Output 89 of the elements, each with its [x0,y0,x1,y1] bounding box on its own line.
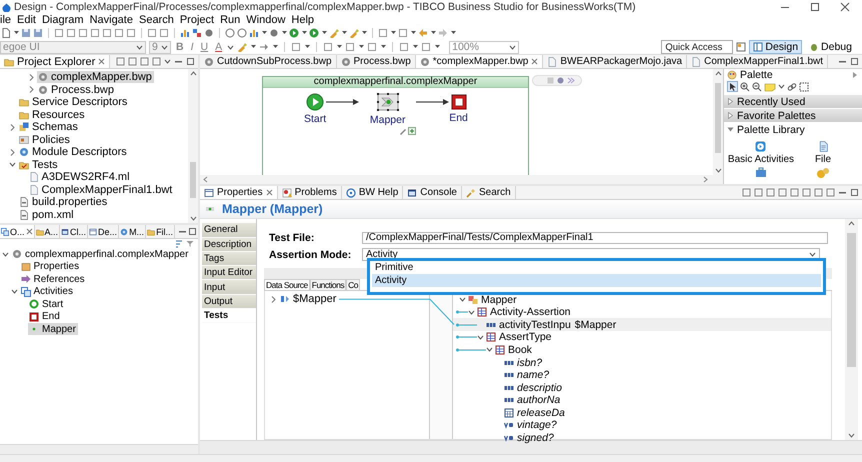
field-label: Test File: [269,232,316,244]
editor-tab[interactable]: CutdownSubProcess.bwp [200,55,337,68]
node-label[interactable]: Start [304,113,326,126]
view-tab[interactable]: Problems [278,186,342,200]
editor-tab[interactable]: Process.bwp [336,55,416,68]
tree-item[interactable]: A3DEWS2RF4.ml [28,171,132,184]
dropdown-option[interactable]: Primitive [372,261,821,274]
view-tab[interactable]: De... [88,225,120,238]
tree-item[interactable]: $Mapper [279,293,338,306]
tree-item[interactable]: activityTestInpu $Mapper [453,318,831,332]
view-tab[interactable]: M... [119,225,146,238]
tree-item[interactable]: releaseDa [453,406,831,420]
view-tab[interactable]: A... [34,225,60,238]
tree-item[interactable]: AssertType [453,331,831,344]
palette-drawer[interactable]: Recently Used [724,95,862,110]
dropdown-list[interactable]: Primitive Activity [367,258,826,296]
process-title: complexmapperfinal.complexMapper [263,77,528,88]
menu-item[interactable]: Window [243,14,288,26]
menu-item[interactable]: Help [288,14,318,26]
tree-item[interactable]: Resources [18,108,87,121]
section-tab[interactable]: Description [202,238,256,252]
quick-access-field[interactable]: Quick Access [661,40,734,54]
tree-item[interactable]: Service Descriptors [18,96,130,108]
perspective-button[interactable]: Debug [805,40,856,54]
tree-item[interactable]: Process.bwp [37,84,116,96]
view-tab[interactable]: Console [403,186,462,200]
menu-item[interactable]: Edit [14,14,39,26]
menu-item[interactable]: Project [176,14,218,26]
node-label[interactable]: Mapper [370,114,406,126]
node-label[interactable]: End [449,112,468,124]
editor-tab[interactable]: *complexMapper.bwp [416,55,544,68]
view-tab[interactable]: Properties [200,186,278,200]
field-label: Assertion Mode: [269,248,352,261]
palette-item[interactable]: File [814,141,832,166]
mapper-tab[interactable]: Functions [310,279,346,290]
tree-item[interactable]: vintage? [453,419,831,432]
section-title: Mapper (Mapper) [222,202,323,216]
view-tab[interactable]: O... [0,225,35,238]
section-tab[interactable]: General [202,223,256,238]
tree-item[interactable]: Activities [20,286,75,298]
tree-item[interactable]: Policies [18,134,72,146]
tree-item[interactable]: descriptio [453,381,831,394]
view-tab[interactable]: Cl... [60,225,88,238]
menu-item[interactable]: Search [136,14,177,26]
tree-item[interactable]: name? [453,368,831,382]
palette-item[interactable]: Basic Activities [728,141,794,166]
window-title: Design - ComplexMapperFinal/Processes/complexmapperfinal/complexMapper.bwp - TIBCO Business Studio for BusinessWorks(TM) [14,1,636,13]
view-tab[interactable]: Project Explorer [0,55,110,68]
section-tab[interactable]: Tags [202,252,256,266]
binding-text: $Mapper [574,318,616,331]
tree-item[interactable]: Start [28,298,66,310]
menu-item[interactable]: ile [0,14,14,26]
tree-item[interactable]: Book [453,344,831,356]
view-tab[interactable]: BW Help [342,186,404,200]
tree-item[interactable]: Schemas [18,121,80,134]
view-tab[interactable]: Search [462,186,516,200]
editor-tab[interactable]: ComplexMapperFinal1.bwt [687,55,828,68]
tree-item[interactable]: Mapper [453,293,831,306]
menu-item[interactable]: Run [217,14,244,26]
perspective-button[interactable]: Design [749,40,802,54]
section-tab[interactable]: Output [202,294,256,310]
tree-item[interactable]: signed? [453,432,831,444]
dropdown-option[interactable]: Activity [372,274,821,288]
text-field[interactable]: /ComplexMapperFinal/Tests/ComplexMapperFinal1 [362,232,828,244]
section-tab[interactable]: Input [202,280,256,295]
tree-item[interactable]: Properties [20,260,82,273]
section-tab[interactable]: Tests [202,309,256,324]
tree-item[interactable]: ComplexMapperFinal1.bwt [28,184,174,196]
tree-item[interactable]: isbn? [453,356,831,369]
tree-item[interactable]: Module Descriptors [18,146,129,158]
menu-item[interactable]: Diagram [38,14,87,26]
view-tab[interactable]: Fil... [146,225,176,238]
palette-drawer[interactable]: Favorite Palettes [724,109,862,124]
mapper-tab[interactable]: Data Source [264,279,310,290]
editor-tab[interactable]: BWEARPackagerMojo.java [543,55,688,68]
tree-item[interactable]: pom.xml [18,208,76,221]
mapper-tab[interactable]: Co [346,279,360,290]
tree-item[interactable]: Activity-Assertion [453,306,831,318]
tree-item[interactable]: authorNa [453,394,831,407]
tree-item[interactable]: build.properties [18,196,110,208]
tree-item[interactable]: Mapper [28,323,78,336]
menu-item[interactable]: Navigate [86,14,136,26]
tree-item[interactable]: End [28,310,62,323]
tree-item[interactable]: Tests [18,158,60,171]
palette-title: Palette [740,69,773,82]
tree-item[interactable]: References [20,273,87,286]
tree-item[interactable]: complexMapper.bwp [37,71,154,84]
section-tab[interactable]: Input Editor [202,266,256,280]
tree-item[interactable]: complexmapperfinal.complexMapper [11,248,190,260]
